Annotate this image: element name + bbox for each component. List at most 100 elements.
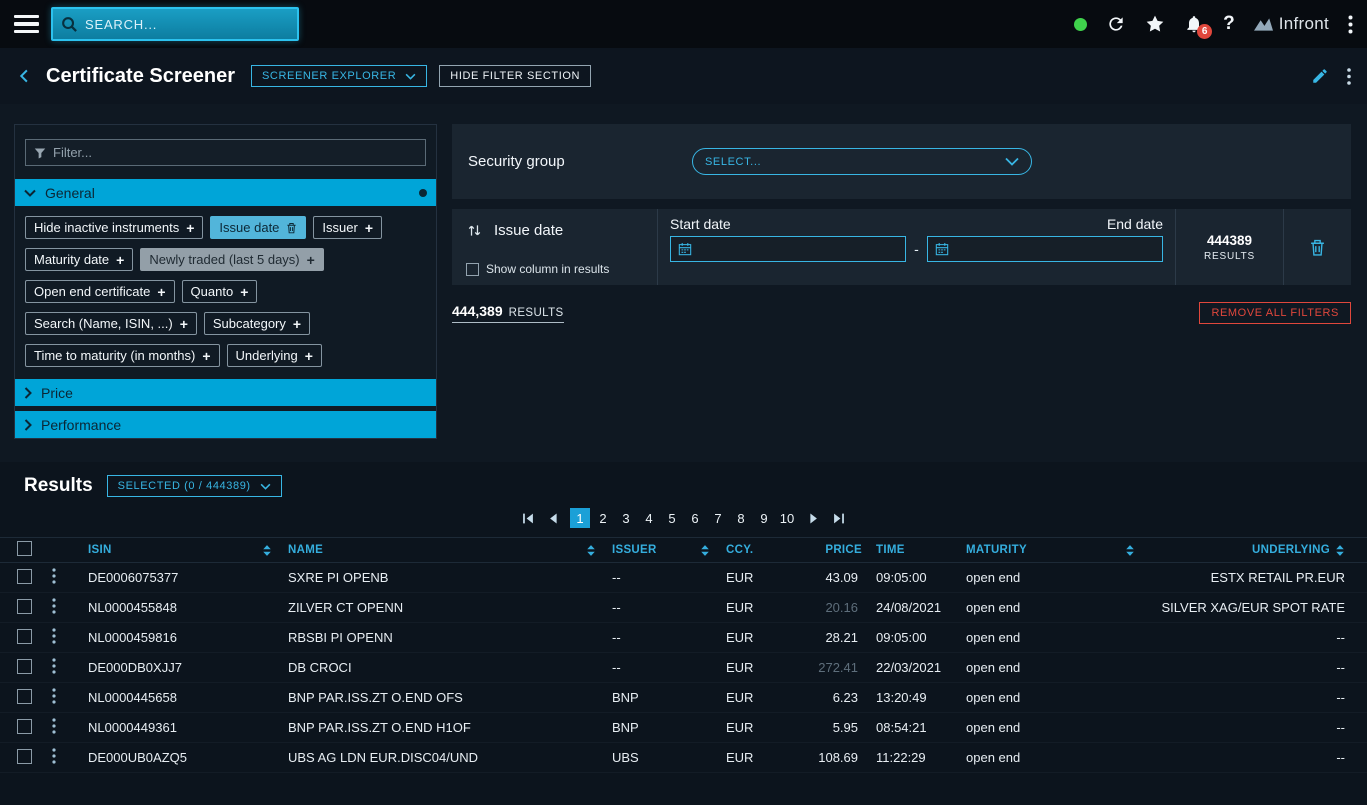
- filter-chip[interactable]: Hide inactive instruments +: [25, 216, 203, 239]
- notifications-button[interactable]: 6: [1184, 14, 1204, 34]
- help-button[interactable]: ?: [1223, 13, 1235, 35]
- cell-underlying: --: [1151, 720, 1345, 735]
- filter-chip[interactable]: Maturity date +: [25, 248, 133, 271]
- start-date-input[interactable]: [699, 242, 898, 257]
- section-header-general[interactable]: General: [15, 179, 436, 206]
- global-search[interactable]: [51, 7, 299, 41]
- edit-icon[interactable]: [1311, 67, 1329, 85]
- filter-chip[interactable]: Issue date +: [210, 216, 306, 239]
- filter-chip-label: Search (Name, ISIN, ...): [34, 316, 173, 331]
- row-menu-icon[interactable]: [52, 598, 56, 614]
- cell-underlying: --: [1151, 690, 1345, 705]
- section-header-performance[interactable]: Performance: [15, 411, 436, 438]
- column-header-maturity[interactable]: MATURITY: [966, 544, 1151, 557]
- show-column-checkbox[interactable]: [466, 263, 479, 276]
- row-checkbox[interactable]: [17, 599, 32, 614]
- column-header-name[interactable]: NAME: [288, 544, 612, 557]
- page-number[interactable]: 1: [570, 508, 590, 528]
- row-menu-icon[interactable]: [52, 748, 56, 764]
- page-number[interactable]: 7: [708, 508, 728, 528]
- section-header-price[interactable]: Price: [15, 379, 436, 406]
- back-button[interactable]: [16, 67, 34, 85]
- cell-underlying: ESTX RETAIL PR.EUR: [1151, 570, 1345, 585]
- next-page-button[interactable]: [806, 512, 822, 525]
- security-group-select[interactable]: SELECT...: [692, 148, 1032, 175]
- cell-name: BNP PAR.ISS.ZT O.END H1OF: [288, 720, 612, 735]
- page-number[interactable]: 4: [639, 508, 659, 528]
- filter-chip[interactable]: Newly traded (last 5 days) +: [140, 248, 323, 271]
- refresh-icon[interactable]: [1106, 14, 1126, 34]
- selected-dropdown[interactable]: SELECTED (0 / 444389): [107, 475, 282, 497]
- row-checkbox[interactable]: [17, 659, 32, 674]
- add-filter-icon: +: [293, 317, 301, 331]
- filter-chip[interactable]: Time to maturity (in months) +: [25, 344, 220, 367]
- table-row[interactable]: NL0000459816 RBSBI PI OPENN -- EUR 28.21…: [0, 623, 1367, 653]
- table-row[interactable]: NL0000449361 BNP PAR.ISS.ZT O.END H1OF B…: [0, 713, 1367, 743]
- selected-dropdown-label: SELECTED (0 / 444389): [118, 480, 251, 492]
- row-checkbox[interactable]: [17, 719, 32, 734]
- row-menu-icon[interactable]: [52, 658, 56, 674]
- active-filters-dot: [419, 189, 427, 197]
- first-page-button[interactable]: [520, 512, 536, 525]
- row-menu-icon[interactable]: [52, 718, 56, 734]
- column-header-underlying[interactable]: UNDERLYING: [1151, 544, 1345, 557]
- last-page-button[interactable]: [831, 512, 847, 525]
- page-number[interactable]: 10: [777, 508, 797, 528]
- filter-chip[interactable]: Search (Name, ISIN, ...) +: [25, 312, 197, 335]
- row-checkbox-cell: [14, 629, 52, 647]
- cell-price: 272.41: [792, 660, 862, 675]
- filter-chip[interactable]: Quanto +: [182, 280, 258, 303]
- page-number[interactable]: 6: [685, 508, 705, 528]
- screener-explorer-dropdown[interactable]: SCREENER EXPLORER: [251, 65, 427, 87]
- show-column-toggle[interactable]: Show column in results: [466, 262, 643, 276]
- page-number[interactable]: 3: [616, 508, 636, 528]
- table-row[interactable]: NL0000445658 BNP PAR.ISS.ZT O.END OFS BN…: [0, 683, 1367, 713]
- table-row[interactable]: DE000DB0XJJ7 DB CROCI -- EUR 272.41 22/0…: [0, 653, 1367, 683]
- filter-search-field[interactable]: [25, 139, 426, 166]
- row-checkbox[interactable]: [17, 749, 32, 764]
- row-menu-icon[interactable]: [52, 628, 56, 644]
- menu-icon[interactable]: [14, 15, 39, 34]
- end-date-input[interactable]: [956, 242, 1155, 257]
- row-menu-icon[interactable]: [52, 688, 56, 704]
- page-number[interactable]: 5: [662, 508, 682, 528]
- page-number[interactable]: 8: [731, 508, 751, 528]
- prev-page-button[interactable]: [545, 512, 561, 525]
- table-row[interactable]: NL0000455848 ZILVER CT OPENN -- EUR 20.1…: [0, 593, 1367, 623]
- filter-search-input[interactable]: [53, 145, 417, 160]
- filter-chip[interactable]: Issuer +: [313, 216, 382, 239]
- remove-issue-date-filter-button[interactable]: [1283, 209, 1351, 285]
- column-header-time[interactable]: TIME: [862, 544, 966, 556]
- select-all-checkbox[interactable]: [17, 541, 32, 556]
- row-menu-cell: [52, 688, 88, 707]
- column-header-ccy[interactable]: CCY.: [726, 544, 792, 556]
- row-menu-icon[interactable]: [52, 568, 56, 584]
- hide-filter-section-button[interactable]: HIDE FILTER SECTION: [439, 65, 591, 87]
- row-menu-cell: [52, 598, 88, 617]
- table-row[interactable]: DE0006075377 SXRE PI OPENB -- EUR 43.09 …: [0, 563, 1367, 593]
- remove-all-filters-button[interactable]: REMOVE ALL FILTERS: [1199, 302, 1351, 324]
- row-checkbox[interactable]: [17, 569, 32, 584]
- chevron-right-icon: [24, 387, 32, 399]
- filter-chip[interactable]: Subcategory +: [204, 312, 310, 335]
- page-number[interactable]: 2: [593, 508, 613, 528]
- row-checkbox[interactable]: [17, 629, 32, 644]
- page-number[interactable]: 9: [754, 508, 774, 528]
- filter-chip[interactable]: Open end certificate +: [25, 280, 175, 303]
- table-row[interactable]: DE000UB0AZQ5 UBS AG LDN EUR.DISC04/UND U…: [0, 743, 1367, 773]
- titlebar-overflow-menu-icon[interactable]: [1347, 68, 1351, 85]
- filter-chip[interactable]: Underlying +: [227, 344, 322, 367]
- topbar-actions: 6 ? Infront: [1074, 13, 1353, 35]
- notification-badge: 6: [1197, 24, 1212, 39]
- start-date-field[interactable]: [670, 236, 906, 262]
- column-header-price[interactable]: PRICE: [792, 544, 862, 556]
- cell-price: 108.69: [792, 750, 862, 765]
- star-icon[interactable]: [1145, 14, 1165, 34]
- column-header-isin[interactable]: ISIN: [88, 544, 288, 557]
- topbar-overflow-menu-icon[interactable]: [1348, 15, 1353, 34]
- cell-issuer: --: [612, 660, 726, 675]
- end-date-field[interactable]: [927, 236, 1163, 262]
- row-checkbox[interactable]: [17, 689, 32, 704]
- column-header-issuer[interactable]: ISSUER: [612, 544, 726, 557]
- search-input[interactable]: [85, 17, 289, 32]
